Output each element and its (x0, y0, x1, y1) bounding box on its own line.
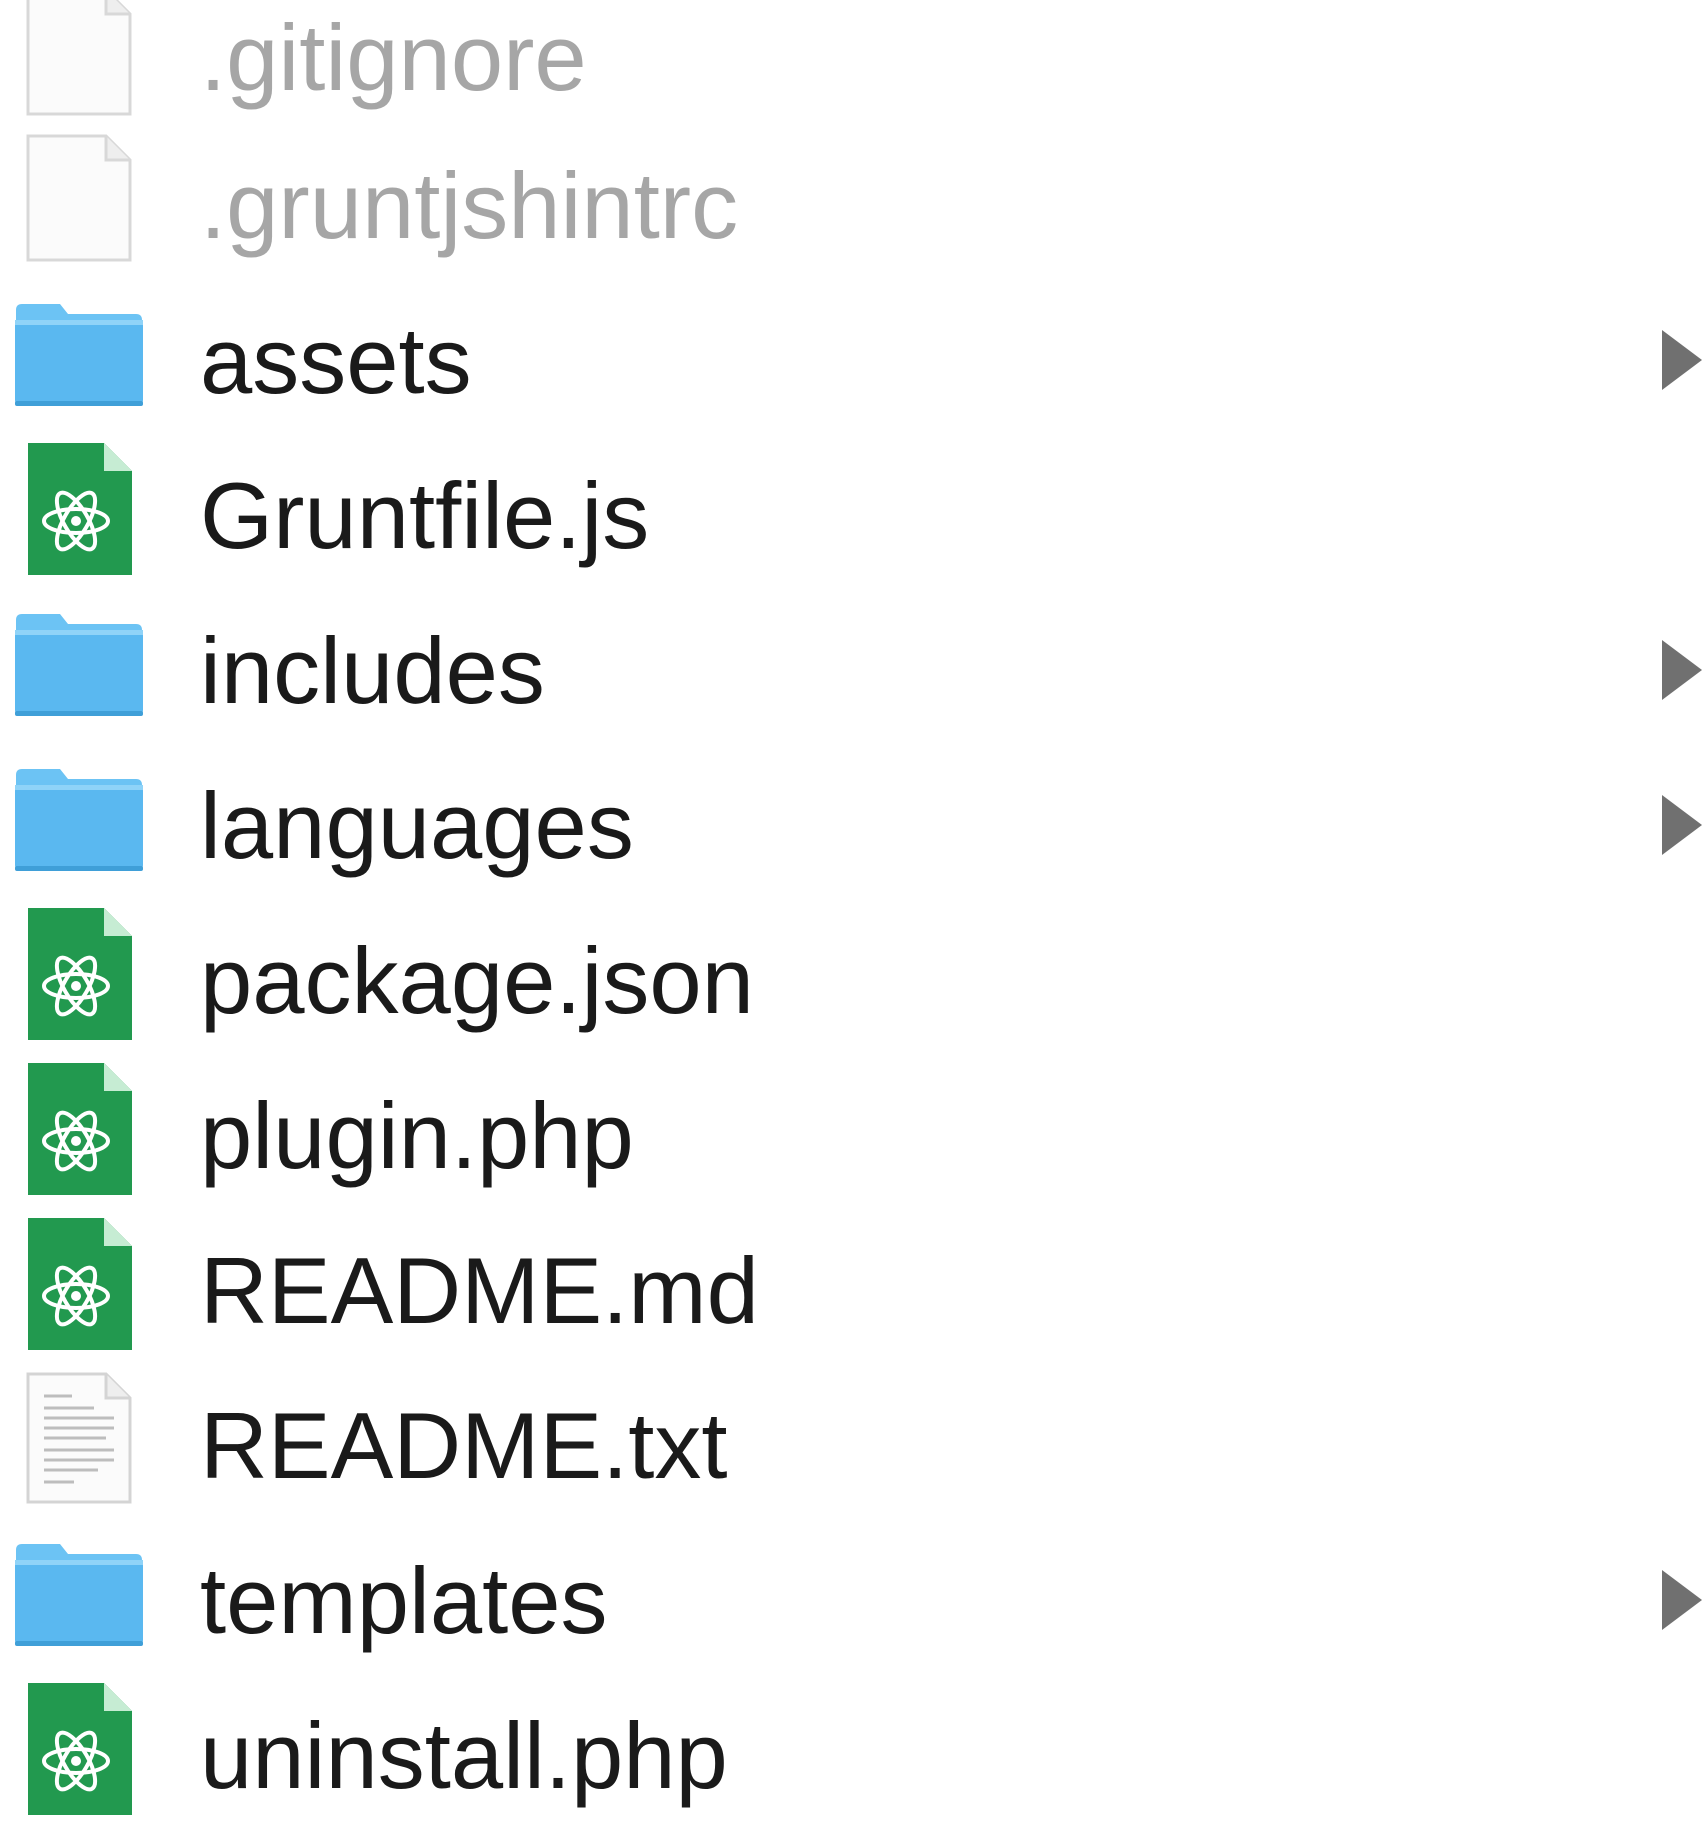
list-item[interactable]: templates (0, 1523, 1702, 1678)
disclosure-triangle-icon[interactable] (1658, 328, 1702, 392)
folder-icon (14, 765, 144, 905)
disclosure-triangle-icon[interactable] (1658, 793, 1702, 857)
file-name: uninstall.php (200, 1703, 728, 1808)
file-name: assets (200, 308, 472, 413)
list-item[interactable]: languages (0, 748, 1702, 903)
list-item[interactable]: assets (0, 283, 1702, 438)
list-item[interactable]: README.md (0, 1213, 1702, 1368)
text-document-icon (14, 1372, 144, 1512)
disclosure-triangle-icon[interactable] (1658, 638, 1702, 702)
file-name: templates (200, 1548, 608, 1653)
file-name: package.json (200, 928, 754, 1033)
file-list: .gitignore .gruntjshintrc assets Gruntfi… (0, 0, 1702, 1816)
file-name: Gruntfile.js (200, 463, 650, 568)
list-item[interactable]: .gitignore (0, 0, 1702, 135)
folder-icon (14, 300, 144, 440)
atom-document-icon (14, 1061, 144, 1201)
file-name: .gitignore (200, 5, 587, 110)
list-item[interactable]: uninstall.php (0, 1678, 1702, 1833)
folder-icon (14, 610, 144, 750)
list-item[interactable]: .gruntjshintrc (0, 128, 1702, 283)
file-name: README.md (200, 1238, 759, 1343)
list-item[interactable]: includes (0, 593, 1702, 748)
list-item[interactable]: package.json (0, 903, 1702, 1058)
list-item[interactable]: plugin.php (0, 1058, 1702, 1213)
list-item[interactable]: Gruntfile.js (0, 438, 1702, 593)
blank-document-icon (14, 0, 144, 128)
list-item[interactable]: README.txt (0, 1368, 1702, 1523)
file-name: languages (200, 773, 634, 878)
file-name: README.txt (200, 1393, 728, 1498)
atom-document-icon (14, 906, 144, 1046)
file-name: includes (200, 618, 545, 723)
folder-icon (14, 1540, 144, 1680)
blank-document-icon (14, 134, 144, 274)
disclosure-triangle-icon[interactable] (1658, 1568, 1702, 1632)
atom-document-icon (14, 441, 144, 581)
atom-document-icon (14, 1216, 144, 1356)
file-name: plugin.php (200, 1083, 634, 1188)
atom-document-icon (14, 1681, 144, 1821)
file-name: .gruntjshintrc (200, 153, 739, 258)
